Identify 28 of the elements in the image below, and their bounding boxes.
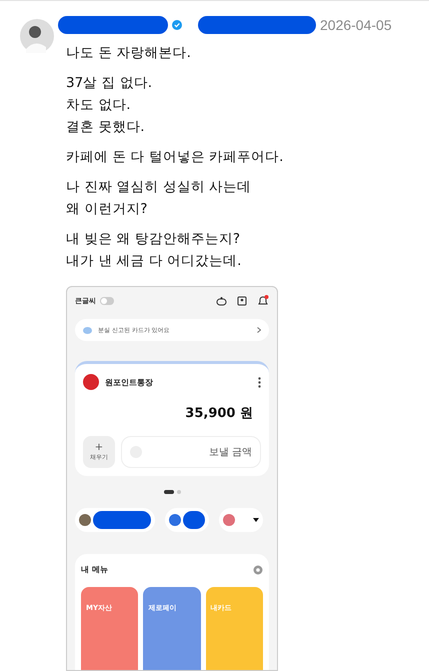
bell-icon[interactable] [257,295,269,308]
bank-logo [83,374,99,390]
settings-icon[interactable] [253,564,263,575]
plus-icon: + [94,442,104,454]
more-icon[interactable] [258,376,261,388]
post-text: 왜 이런거지? [66,200,148,220]
post-text: 카페에 돈 다 털어넣은 카페푸어다. [66,148,284,168]
chevron-right-icon [257,327,261,334]
post-text: 내가 낸 세금 다 어디갔는데. [66,252,242,272]
account-chip[interactable] [165,508,209,532]
avatar [20,19,54,53]
post-text: 결혼 못했다. [66,118,146,138]
post-text: 나 진짜 열심히 성실히 사는데 [66,178,252,198]
post-text: 차도 없다. [66,96,132,116]
large-text-toggle[interactable] [100,297,114,306]
post-text: 나도 돈 자랑해본다. [66,44,192,64]
account-balance: 35,900 원 [185,405,253,422]
menu-title: 내 메뉴 [81,564,108,576]
chat-bubble-icon [83,326,92,334]
redaction-mark [183,511,205,530]
account-name: 원포인트통장 [105,376,153,388]
redaction-mark [93,511,151,530]
amount-field[interactable]: 보낼 금액 [121,436,261,468]
post-text: 내 빚은 왜 탕감안해주는지? [66,230,242,250]
dropdown-icon[interactable] [253,518,259,522]
post-date: 2026-04-05 [320,16,392,33]
post-text: 37살 집 없다. [66,74,154,94]
account-chip[interactable] [75,508,155,532]
